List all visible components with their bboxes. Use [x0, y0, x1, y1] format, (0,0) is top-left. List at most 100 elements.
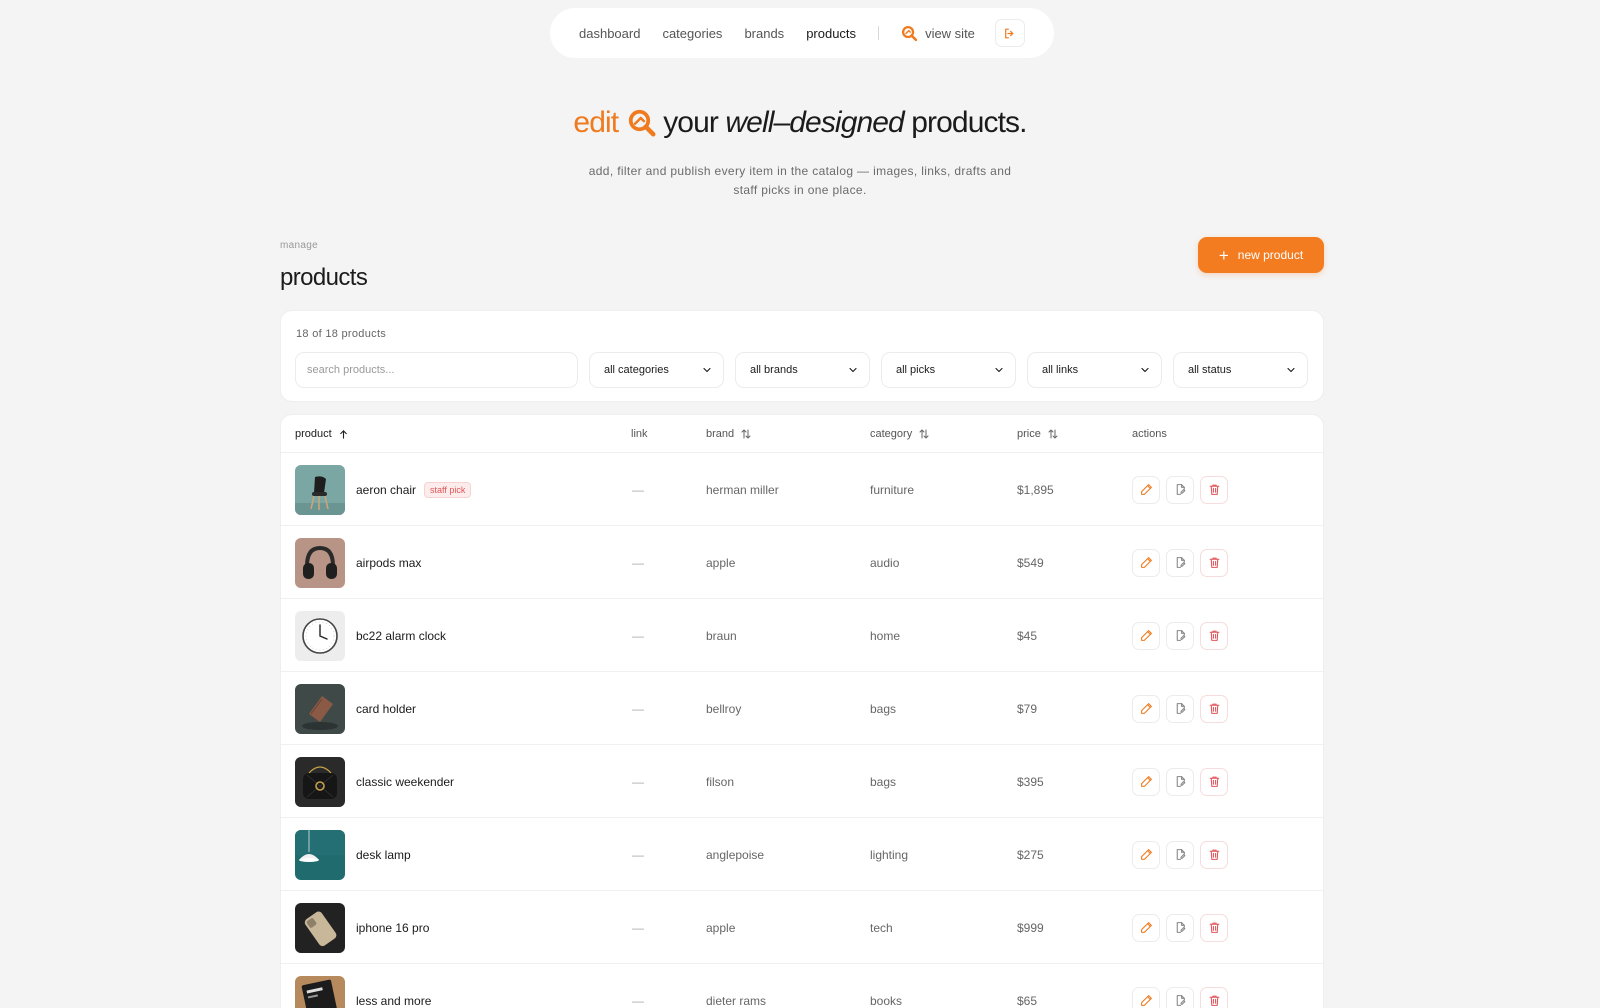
duplicate-button[interactable]: [1166, 621, 1194, 650]
hero-your-word: your: [663, 106, 719, 139]
edit-button[interactable]: [1132, 548, 1160, 577]
category-cell: bags: [870, 774, 897, 789]
picks-filter-select[interactable]: all picks: [881, 352, 1016, 388]
table-row[interactable]: airpods max — apple audio $549: [281, 526, 1323, 599]
table-row[interactable]: iphone 16 pro — apple tech $999: [281, 891, 1323, 964]
picks-filter-value: all picks: [896, 364, 936, 376]
document-edit-icon: [1176, 703, 1185, 714]
product-thumbnail: [295, 902, 345, 953]
trash-icon: [1209, 922, 1219, 933]
category-cell: books: [870, 993, 903, 1008]
delete-button[interactable]: [1200, 840, 1228, 869]
hero: edit your well–designed products. add, f…: [0, 106, 1600, 200]
edit-button[interactable]: [1132, 694, 1160, 723]
link-cell: —: [632, 774, 644, 789]
nav-dashboard[interactable]: dashboard: [579, 26, 640, 41]
product-name: iphone 16 pro: [356, 920, 430, 935]
product-name: card holder: [356, 701, 417, 716]
nav-brands[interactable]: brands: [744, 26, 784, 41]
trash-icon: [1209, 703, 1219, 714]
chevron-down-icon: [849, 367, 857, 373]
category-filter-select[interactable]: all categories: [589, 352, 724, 388]
new-product-button[interactable]: + new product: [1198, 237, 1324, 273]
brand-cell: apple: [706, 555, 736, 570]
new-product-label: new product: [1237, 248, 1304, 262]
products-table: product link brand category price action…: [280, 414, 1324, 1008]
edit-button[interactable]: [1132, 986, 1160, 1008]
table-row[interactable]: aeron chair staff pick — herman miller f…: [281, 453, 1323, 526]
delete-button[interactable]: [1200, 767, 1228, 796]
column-link-label: link: [631, 428, 648, 440]
duplicate-button[interactable]: [1166, 475, 1194, 504]
plus-icon: +: [1218, 245, 1229, 265]
delete-button[interactable]: [1200, 621, 1228, 650]
pencil-icon: [1140, 484, 1152, 495]
column-brand[interactable]: brand: [706, 415, 752, 453]
logout-button[interactable]: [994, 19, 1025, 47]
brand-cell: anglepoise: [706, 847, 765, 862]
column-product[interactable]: product: [295, 415, 349, 453]
table-row[interactable]: desk lamp — anglepoise lighting $275: [281, 818, 1323, 891]
actions-cell: [1132, 599, 1234, 672]
table-body: aeron chair staff pick — herman miller f…: [281, 453, 1323, 1008]
nav-divider: [878, 26, 880, 40]
edit-button[interactable]: [1132, 840, 1160, 869]
nav-products[interactable]: products: [806, 26, 856, 41]
trash-icon: [1209, 849, 1219, 860]
product-cell: classic weekender: [295, 745, 454, 818]
column-category-label: category: [870, 428, 913, 440]
column-price[interactable]: price: [1017, 415, 1059, 453]
column-brand-label: brand: [706, 428, 735, 440]
duplicate-button[interactable]: [1166, 840, 1194, 869]
view-site-label: view site: [925, 25, 975, 41]
hero-well-designed: well–designed: [725, 106, 904, 139]
logout-icon: [1005, 28, 1014, 38]
nav-categories[interactable]: categories: [662, 26, 722, 41]
section-eyebrow: manage: [280, 240, 318, 251]
staff-pick-badge: staff pick: [424, 481, 472, 498]
link-cell: —: [632, 555, 644, 570]
table-row[interactable]: card holder — bellroy bags $79: [281, 672, 1323, 745]
links-filter-select[interactable]: all links: [1027, 352, 1162, 388]
link-cell: —: [632, 920, 644, 935]
edit-button[interactable]: [1132, 767, 1160, 796]
chevron-down-icon: [1287, 367, 1295, 373]
delete-button[interactable]: [1200, 694, 1228, 723]
column-category[interactable]: category: [870, 415, 930, 453]
product-thumbnail: [295, 683, 345, 734]
chevron-down-icon: [703, 367, 711, 373]
actions-cell: [1132, 672, 1234, 745]
status-filter-select[interactable]: all status: [1173, 352, 1308, 388]
table-row[interactable]: bc22 alarm clock — braun home $45: [281, 599, 1323, 672]
duplicate-button[interactable]: [1166, 986, 1194, 1008]
delete-button[interactable]: [1200, 986, 1228, 1008]
pencil-icon: [1140, 557, 1152, 568]
delete-button[interactable]: [1200, 475, 1228, 504]
actions-cell: [1132, 891, 1234, 964]
actions-cell: [1132, 964, 1234, 1008]
duplicate-button[interactable]: [1166, 767, 1194, 796]
document-edit-icon: [1176, 557, 1185, 568]
search-input[interactable]: [295, 352, 578, 388]
brand-filter-select[interactable]: all brands: [735, 352, 870, 388]
product-thumbnail: [295, 829, 345, 880]
table-row[interactable]: less and more — dieter rams books $65: [281, 964, 1323, 1008]
brand-cell: bellroy: [706, 701, 742, 716]
product-name: less and more: [356, 993, 432, 1008]
edit-button[interactable]: [1132, 913, 1160, 942]
product-cell: card holder: [295, 672, 416, 745]
delete-button[interactable]: [1200, 913, 1228, 942]
edit-button[interactable]: [1132, 475, 1160, 504]
product-cell: desk lamp: [295, 818, 411, 891]
column-actions-label: actions: [1132, 428, 1167, 440]
edit-button[interactable]: [1132, 621, 1160, 650]
duplicate-button[interactable]: [1166, 694, 1194, 723]
duplicate-button[interactable]: [1166, 548, 1194, 577]
view-site-link[interactable]: view site: [901, 25, 975, 42]
delete-button[interactable]: [1200, 548, 1228, 577]
column-link: link: [631, 415, 648, 453]
column-product-label: product: [295, 428, 332, 440]
duplicate-button[interactable]: [1166, 913, 1194, 942]
hero-subtitle: add, filter and publish every item in th…: [588, 164, 1012, 197]
table-row[interactable]: classic weekender — filson bags $395: [281, 745, 1323, 818]
